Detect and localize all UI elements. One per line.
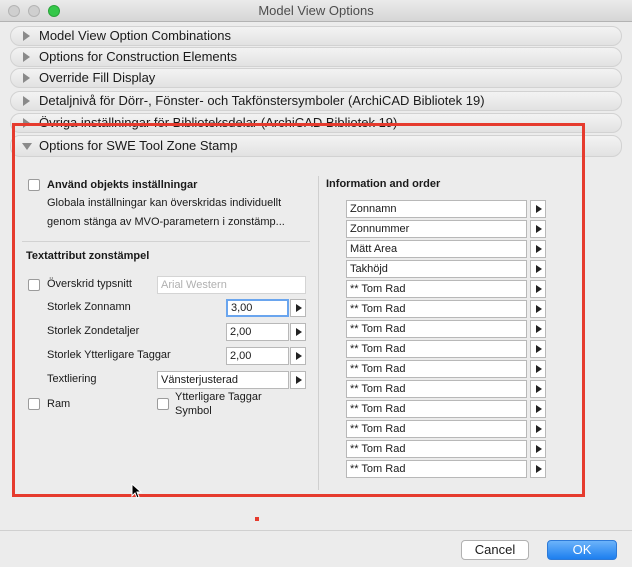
ok-button[interactable]: OK [547, 540, 617, 560]
disclosure-triangle-open-icon [22, 143, 32, 150]
info-item-field[interactable]: Takhöjd [346, 260, 527, 278]
info-item-field[interactable]: ** Tom Rad [346, 300, 527, 318]
disclosure-triangle-icon [23, 52, 30, 62]
info-item-field[interactable]: Zonnamn [346, 200, 527, 218]
size-zone-name-arrow-button[interactable] [290, 299, 306, 317]
use-object-settings-checkbox[interactable] [28, 179, 40, 191]
use-object-settings-label: Använd objekts inställningar [47, 179, 198, 191]
info-item-arrow-button[interactable] [530, 340, 546, 358]
info-item-field[interactable]: ** Tom Rad [346, 340, 527, 358]
info-item-field[interactable]: ** Tom Rad [346, 320, 527, 338]
column-divider [318, 176, 319, 490]
red-marker-dot [255, 517, 259, 521]
size-zone-details-arrow-button[interactable] [290, 323, 306, 341]
additional-tags-symbol-label-line1: Ytterligare Taggar [175, 391, 262, 403]
info-item-arrow-button[interactable] [530, 240, 546, 258]
size-zone-details-field[interactable]: 2,00 [226, 323, 289, 341]
disclosure-triangle-icon [23, 31, 30, 41]
section-model-view-option-combinations[interactable]: Model View Option Combinations [10, 26, 622, 46]
global-note-line1: Globala inställningar kan överskridas in… [47, 197, 282, 209]
info-item-arrow-button[interactable] [530, 380, 546, 398]
info-item-field[interactable]: ** Tom Rad [346, 440, 527, 458]
info-item-arrow-button[interactable] [530, 420, 546, 438]
frame-label: Ram [47, 398, 71, 410]
info-item-arrow-button[interactable] [530, 280, 546, 298]
font-field[interactable]: Arial Western [157, 276, 306, 294]
text-alignment-arrow-button[interactable] [290, 371, 306, 389]
override-font-checkbox[interactable] [28, 279, 40, 291]
info-item-field[interactable]: ** Tom Rad [346, 280, 527, 298]
zoom-window-button[interactable] [48, 5, 60, 17]
info-item-arrow-button[interactable] [530, 300, 546, 318]
mouse-pointer-icon [131, 483, 143, 499]
info-item-field[interactable]: ** Tom Rad [346, 400, 527, 418]
info-item-field[interactable]: ** Tom Rad [346, 380, 527, 398]
text-alignment-label: Textliering [47, 373, 97, 385]
info-item-field[interactable]: ** Tom Rad [346, 360, 527, 378]
info-item-arrow-button[interactable] [530, 460, 546, 478]
info-item-field[interactable]: Mätt Area [346, 240, 527, 258]
info-item-arrow-button[interactable] [530, 320, 546, 338]
left-section-divider [22, 241, 310, 242]
info-item-field[interactable]: ** Tom Rad [346, 420, 527, 438]
info-item-arrow-button[interactable] [530, 400, 546, 418]
frame-checkbox[interactable] [28, 398, 40, 410]
info-item-arrow-button[interactable] [530, 360, 546, 378]
size-additional-tags-field[interactable]: 2,00 [226, 347, 289, 365]
size-zone-details-label: Storlek Zondetaljer [47, 325, 140, 337]
window-title: Model View Options [258, 3, 374, 18]
title-bar: Model View Options [0, 0, 632, 22]
close-window-button[interactable] [8, 5, 20, 17]
size-additional-tags-arrow-button[interactable] [290, 347, 306, 365]
section-options-construction-elements[interactable]: Options for Construction Elements [10, 47, 622, 67]
info-item-arrow-button[interactable] [530, 220, 546, 238]
footer-separator [0, 530, 632, 531]
size-zone-name-label: Storlek Zonnamn [47, 301, 131, 313]
section-override-fill-display[interactable]: Override Fill Display [10, 68, 622, 88]
section-other-library-settings[interactable]: Övriga inställningar för Biblioteksdelar… [10, 113, 622, 133]
minimize-window-button[interactable] [28, 5, 40, 17]
size-zone-name-field[interactable]: 3,00 [226, 299, 289, 317]
text-alignment-field[interactable]: Vänsterjusterad [157, 371, 289, 389]
section-detail-level-door-window[interactable]: Detaljnivå för Dörr-, Fönster- och Takfö… [10, 91, 622, 111]
info-item-arrow-button[interactable] [530, 200, 546, 218]
disclosure-triangle-icon [23, 73, 30, 83]
info-item-field[interactable]: Zonnummer [346, 220, 527, 238]
disclosure-triangle-icon [23, 96, 30, 106]
information-order-heading: Information and order [326, 178, 441, 190]
global-note-line2: genom stänga av MVO-parametern i zonstäm… [47, 216, 285, 228]
size-additional-tags-label: Storlek Ytterligare Taggar [47, 349, 171, 361]
info-item-field[interactable]: ** Tom Rad [346, 460, 527, 478]
disclosure-triangle-icon [23, 118, 30, 128]
section-swe-tool-zone-stamp[interactable]: Options for SWE Tool Zone Stamp [10, 135, 622, 157]
cancel-button[interactable]: Cancel [461, 540, 529, 560]
additional-tags-symbol-label-line2: Symbol [175, 405, 212, 417]
override-font-label: Överskrid typsnitt [47, 278, 132, 290]
text-attributes-heading: Textattribut zonstämpel [26, 250, 150, 262]
info-item-arrow-button[interactable] [530, 440, 546, 458]
additional-tags-symbol-checkbox[interactable] [157, 398, 169, 410]
info-item-arrow-button[interactable] [530, 260, 546, 278]
